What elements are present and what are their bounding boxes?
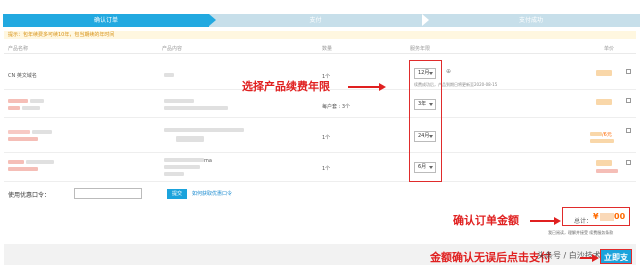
- price-value: /6元: [590, 131, 612, 138]
- header-product-name: 产品名称: [8, 46, 29, 52]
- term-highlight-box: [409, 60, 442, 182]
- price-value: [596, 160, 612, 168]
- step-pay: 支付: [209, 14, 422, 27]
- product-content: [164, 128, 244, 134]
- content-suffix: ma: [204, 158, 212, 164]
- product-name-sub: [8, 137, 38, 143]
- product-name: CN 英文域名: [8, 73, 37, 79]
- product-name-sub: [8, 106, 40, 112]
- table-row: 1个 24月 /6元: [4, 119, 636, 153]
- delete-checkbox[interactable]: [626, 69, 631, 74]
- table-row: 每户套 : 3个 3年: [4, 91, 636, 118]
- coupon-label: 使用优惠口令：: [8, 192, 51, 199]
- header-renew-term: 服务年限: [410, 46, 431, 52]
- price-suffix: /6元: [602, 132, 612, 138]
- product-name-sub: [8, 167, 38, 173]
- step-arrow: [209, 14, 216, 26]
- price-value: [596, 99, 612, 107]
- coupon-submit-button[interactable]: 提交: [167, 189, 187, 199]
- annotation-arrow-head: [379, 83, 386, 91]
- product-content-count: 每户套 : 3个: [322, 104, 351, 110]
- table-row: ma 1个 6月: [4, 154, 636, 182]
- price-value: [596, 70, 612, 78]
- annotation-arrow-head: [554, 217, 561, 225]
- product-content: ma: [164, 158, 212, 164]
- product-content-sub: [164, 165, 200, 171]
- annotation-arrow-head: [592, 254, 599, 262]
- total-currency: ¥: [593, 212, 599, 221]
- header-product-content: 产品内容: [162, 46, 183, 52]
- header-quantity: 数量: [322, 46, 333, 52]
- annotation-select-term: 选择产品续费年限: [242, 80, 330, 93]
- annotation-confirm-amount: 确认订单金额: [453, 214, 519, 227]
- delete-checkbox[interactable]: [626, 160, 631, 165]
- step-confirm-order: 确认订单: [3, 14, 209, 27]
- checkout-steps: 确认订单 支付 支付成功: [0, 14, 640, 27]
- product-name: [8, 99, 44, 105]
- product-content-sub: [176, 136, 204, 144]
- delete-checkbox[interactable]: [626, 98, 631, 103]
- info-icon: ⊕: [446, 68, 452, 75]
- step-pay-success: 支付成功: [422, 14, 640, 27]
- delete-checkbox[interactable]: [626, 128, 631, 133]
- quantity: 1个: [322, 135, 331, 141]
- product-content-sub: [164, 172, 184, 178]
- table-header: 产品名称 产品内容 数量 服务年限 单价: [4, 44, 636, 54]
- price-note: [596, 169, 618, 175]
- price-note: [590, 139, 614, 145]
- product-name: [8, 130, 52, 136]
- product-content: [164, 73, 174, 79]
- total-label: 总计：: [574, 218, 593, 225]
- coupon-help-link[interactable]: 如何获取优惠口令: [192, 190, 232, 197]
- product-name: [8, 160, 54, 166]
- renew-notice: 提示：包年续费多可续10年，包当期续的年时间: [4, 31, 636, 39]
- agree-terms[interactable]: 我已阅读，理解并接受 续费服务条款: [548, 230, 613, 236]
- annotation-confirm-pay: 金额确认无误后点击支付: [430, 251, 551, 264]
- header-price: 单价: [604, 46, 615, 52]
- total-blurred: [600, 213, 614, 221]
- total-amount: 00: [614, 212, 626, 221]
- quantity: 1个: [322, 166, 331, 172]
- annotation-arrow: [530, 220, 555, 222]
- step-arrow: [422, 14, 429, 26]
- product-content-sub: [164, 106, 228, 112]
- coupon-input[interactable]: [74, 188, 142, 199]
- pay-now-button[interactable]: 立即支付: [600, 249, 632, 269]
- annotation-arrow: [348, 86, 380, 88]
- product-content: [164, 99, 194, 105]
